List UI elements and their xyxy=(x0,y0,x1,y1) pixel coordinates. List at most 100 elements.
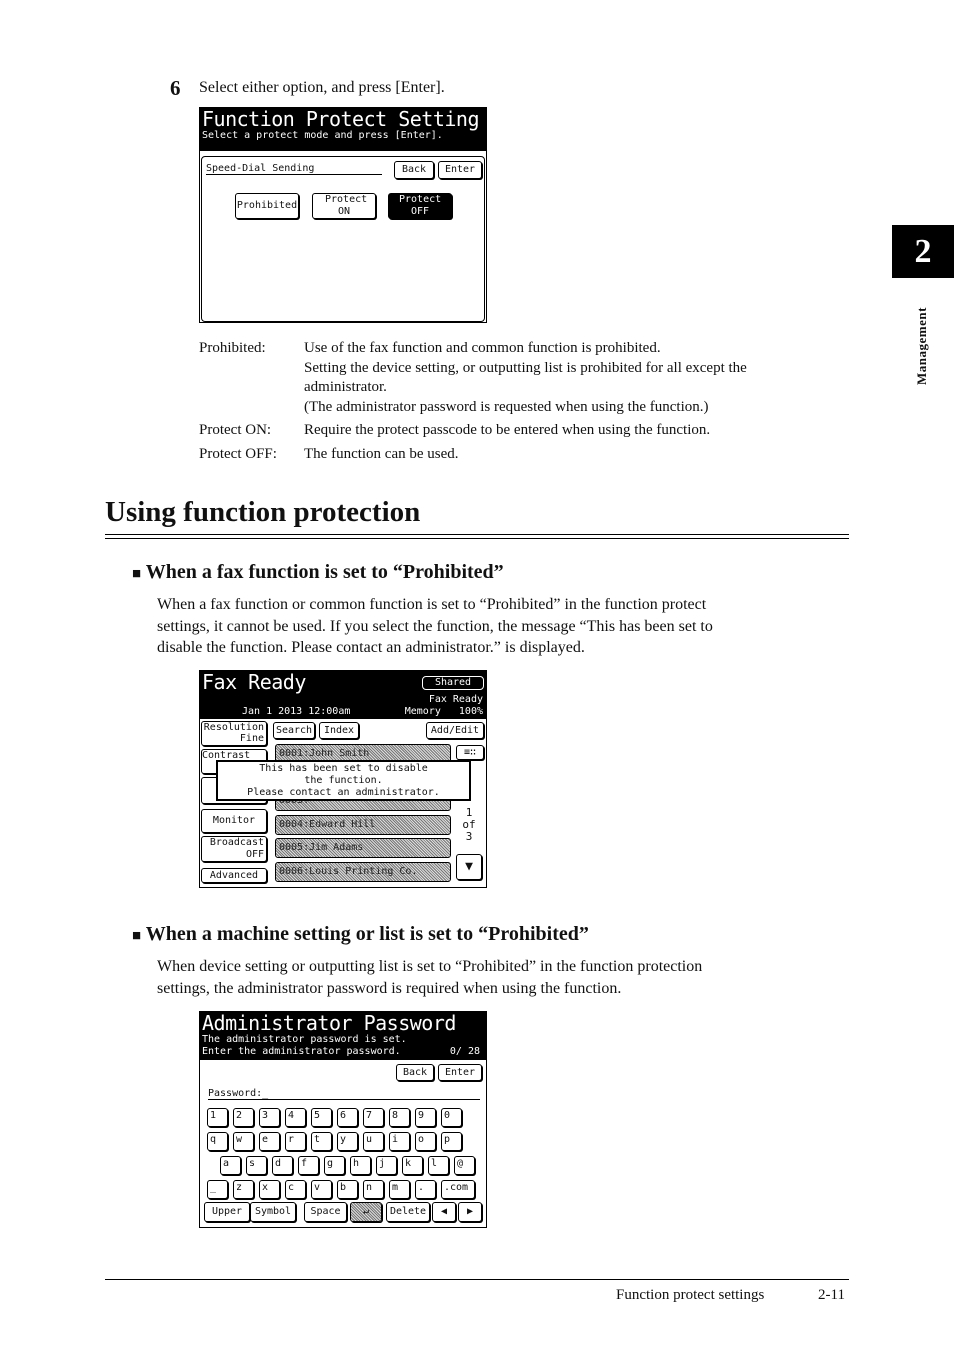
key-j[interactable]: j xyxy=(376,1156,397,1175)
chapter-number: 2 xyxy=(892,225,954,278)
key-m[interactable]: m xyxy=(389,1180,410,1199)
key-i[interactable]: i xyxy=(389,1132,410,1151)
speed-dial-entry[interactable]: 0006:Louis Printing Co. xyxy=(275,861,451,882)
monitor-button[interactable]: Monitor xyxy=(201,809,267,833)
view-toggle-icon[interactable]: ≡∷ xyxy=(456,745,484,760)
key-h[interactable]: h xyxy=(350,1156,371,1175)
screen-header: Function Protect Setting Select a protec… xyxy=(200,108,486,151)
scroll-down-icon[interactable]: ▼ xyxy=(456,854,482,880)
advanced-button[interactable]: Advanced xyxy=(201,868,267,883)
section-title: Using function protection xyxy=(105,496,421,528)
shared-button[interactable]: Shared xyxy=(422,676,484,690)
divider xyxy=(105,534,849,535)
screen-title: Function Protect Setting xyxy=(202,107,479,131)
left-arrow-icon[interactable]: ◀ xyxy=(432,1202,456,1222)
enter-button[interactable]: Enter xyxy=(438,1064,482,1081)
key-r[interactable]: r xyxy=(285,1132,306,1151)
function-protect-screen: Function Protect Setting Select a protec… xyxy=(199,107,487,323)
definition-term: Protect OFF: xyxy=(199,445,277,462)
field-label: Speed-Dial Sending xyxy=(206,163,382,175)
page-number: 2-11 xyxy=(818,1287,845,1303)
key-l[interactable]: l xyxy=(428,1156,449,1175)
key-at[interactable]: @ xyxy=(454,1156,475,1175)
enter-button[interactable]: Enter xyxy=(438,161,482,179)
key-1[interactable]: 1 xyxy=(207,1108,228,1127)
fax-ready-screen: Fax Ready Shared Fax Ready Jan 1 2013 12… xyxy=(199,670,487,888)
speed-dial-entry[interactable]: 0004:Edward Hill xyxy=(275,814,451,835)
definition-term: Prohibited: xyxy=(199,340,266,356)
definition-text: Require the protect passcode to be enter… xyxy=(304,422,711,438)
delete-button[interactable]: Delete xyxy=(386,1202,430,1222)
resolution-button[interactable]: Resolution Fine xyxy=(201,721,267,746)
key-a[interactable]: a xyxy=(220,1156,241,1175)
back-button[interactable]: Back xyxy=(394,161,434,179)
key-underscore[interactable]: _ xyxy=(207,1180,228,1199)
footer-rule xyxy=(105,1279,849,1280)
search-button[interactable]: Search xyxy=(273,722,315,739)
fax-status: Fax Ready xyxy=(428,694,483,705)
key-v[interactable]: v xyxy=(311,1180,332,1199)
index-button[interactable]: Index xyxy=(319,722,359,739)
key-u[interactable]: u xyxy=(363,1132,384,1151)
key-7[interactable]: 7 xyxy=(363,1108,384,1127)
key-d[interactable]: d xyxy=(272,1156,293,1175)
definition-text: Use of the fax function and common funct… xyxy=(304,340,661,356)
definition-text: Setting the device setting, or outputtin… xyxy=(304,359,747,376)
key-o[interactable]: o xyxy=(415,1132,436,1151)
back-button[interactable]: Back xyxy=(396,1064,434,1081)
key-6[interactable]: 6 xyxy=(337,1108,358,1127)
key-p[interactable]: p xyxy=(441,1132,462,1151)
key-dot[interactable]: . xyxy=(415,1180,436,1199)
symbol-button[interactable]: Symbol xyxy=(250,1202,296,1222)
definition-text: (The administrator password is requested… xyxy=(304,398,709,415)
key-y[interactable]: y xyxy=(337,1132,358,1151)
chapter-label: Management xyxy=(914,307,929,385)
key-z[interactable]: z xyxy=(233,1180,254,1199)
date-time: Jan 1 2013 12:00am xyxy=(242,706,351,717)
footer-title: Function protect settings xyxy=(616,1287,765,1303)
key-8[interactable]: 8 xyxy=(389,1108,410,1127)
step-number: 6 xyxy=(170,76,181,100)
space-button[interactable]: Space xyxy=(304,1202,347,1222)
square-bullet-icon: ■ xyxy=(132,928,142,944)
key-e[interactable]: e xyxy=(259,1132,280,1151)
upper-button[interactable]: Upper xyxy=(204,1202,250,1222)
key-t[interactable]: t xyxy=(311,1132,332,1151)
key-n[interactable]: n xyxy=(363,1180,384,1199)
broadcast-button[interactable]: Broadcast OFF xyxy=(201,836,267,862)
key-0[interactable]: 0 xyxy=(441,1108,462,1127)
step-text: Select either option, and press [Enter]. xyxy=(199,79,445,96)
key-4[interactable]: 4 xyxy=(285,1108,306,1127)
definition-text: administrator. xyxy=(304,379,387,395)
subsection-title: ■ When a machine setting or list is set … xyxy=(132,923,589,945)
definition-term: Protect ON: xyxy=(199,422,272,438)
key-c[interactable]: c xyxy=(285,1180,306,1199)
char-count: 0/ 28 xyxy=(449,1046,480,1057)
right-arrow-icon[interactable]: ▶ xyxy=(458,1202,482,1222)
key-b[interactable]: b xyxy=(337,1180,358,1199)
option-prohibited[interactable]: Prohibited xyxy=(235,193,299,219)
key-g[interactable]: g xyxy=(324,1156,345,1175)
key-f[interactable]: f xyxy=(298,1156,319,1175)
key-2[interactable]: 2 xyxy=(233,1108,254,1127)
password-input[interactable]: Password:_ xyxy=(208,1088,480,1100)
key-3[interactable]: 3 xyxy=(259,1108,280,1127)
paragraph: When device setting or outputting list i… xyxy=(157,958,703,997)
option-protect-off[interactable]: Protect OFF xyxy=(388,193,452,219)
screen-subtitle: Select a protect mode and press [Enter]. xyxy=(202,130,443,141)
key-.com[interactable]: .com xyxy=(441,1180,475,1199)
key-w[interactable]: w xyxy=(233,1132,254,1151)
enter-key-icon[interactable]: ↵ xyxy=(350,1202,382,1222)
option-protect-on[interactable]: Protect ON xyxy=(312,193,376,219)
key-k[interactable]: k xyxy=(402,1156,423,1175)
key-9[interactable]: 9 xyxy=(415,1108,436,1127)
screen-header: Fax Ready Shared Fax Ready Jan 1 2013 12… xyxy=(200,671,486,719)
info-line: The administrator password is set. xyxy=(202,1034,407,1045)
page-indicator: 1 of 3 xyxy=(462,806,476,843)
key-q[interactable]: q xyxy=(207,1132,228,1151)
key-x[interactable]: x xyxy=(259,1180,280,1199)
speed-dial-entry[interactable]: 0005:Jim Adams xyxy=(275,838,451,858)
key-5[interactable]: 5 xyxy=(311,1108,332,1127)
add-edit-button[interactable]: Add/Edit xyxy=(426,722,484,739)
key-s[interactable]: s xyxy=(246,1156,267,1175)
